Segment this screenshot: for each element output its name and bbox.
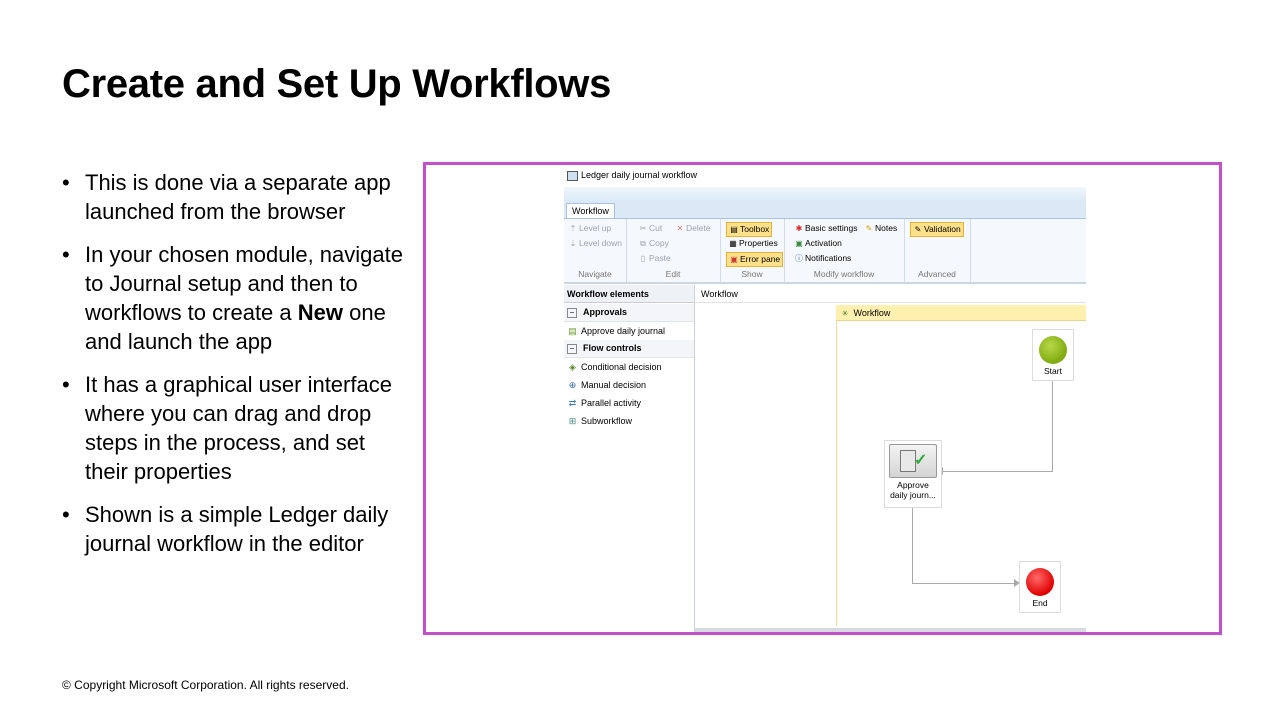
element-manual-decision[interactable]: ⊕ Manual decision [567,377,646,393]
copy-icon: ⧉ [640,239,646,248]
approve-daily-journal-node[interactable]: ✓ Approve daily journ... [884,440,942,508]
window-title: Ledger daily journal workflow [581,170,698,180]
approval-step-icon: ✓ [889,444,937,478]
group-label: Edit [665,269,681,279]
connector [1052,379,1053,472]
error-pane-icon: ▣ [730,255,738,264]
start-circle-icon [1039,336,1067,364]
workflow-elements-header: Workflow elements [564,285,694,303]
bullet-bold-text: New [297,300,343,325]
element-approve-daily-journal[interactable]: ▤ Approve daily journal [567,323,665,339]
subworkflow-icon: ⊞ [568,416,577,426]
collapse-icon[interactable]: − [567,343,577,354]
ribbon-tab-bar: Workflow [564,201,1086,219]
approve-label-line2: daily journ... [890,490,936,500]
notes-button[interactable]: ✎ Notes [862,222,899,235]
group-label: Navigate [578,269,612,279]
ribbon-top-strip [564,187,1086,201]
workflow-lane-header: ✳ Workflow [836,305,1086,321]
bullet-list: • This is done via a separate app launche… [62,168,412,572]
bullet-dot: • [62,372,70,397]
category-approvals[interactable]: − Approvals [564,304,694,322]
canvas-header: Workflow [695,285,1086,303]
connector [912,583,1014,584]
approval-icon: ▤ [568,326,577,336]
group-navigate: ⇡ Level up ⇣ Level down Navigate [564,219,627,282]
group-advanced: ✎ Validation Advanced [904,219,971,282]
activation-button[interactable]: ▣ Activation [792,237,844,250]
tab-workflow[interactable]: Workflow [566,203,615,218]
window-titlebar: Ledger daily journal workflow [564,165,1086,187]
notifications-button[interactable]: ⓘ Notifications [792,252,853,265]
conditional-decision-icon: ◈ [569,362,576,372]
bullet-item: • This is done via a separate app launche… [62,168,412,226]
delete-x-icon: ✕ [676,224,684,233]
canvas-bottom-bar [695,628,1086,632]
properties-button[interactable]: ▦ Properties [726,237,780,250]
bullet-item: • Shown is a simple Ledger daily journal … [62,500,412,558]
workflow-editor-window: Ledger daily journal workflow Workflow ⇡… [564,165,1086,632]
connector [942,471,1053,472]
level-up-icon: ⇡ [569,224,577,233]
parallel-activity-icon: ⇄ [568,398,577,408]
end-node[interactable]: End [1019,561,1061,613]
basic-settings-button[interactable]: ✱ Basic settings [792,222,859,235]
copy-button[interactable]: ⧉ Copy [636,237,671,250]
level-down-icon: ⇣ [569,239,577,248]
window-icon [567,171,578,181]
group-modify-workflow: ✱ Basic settings ✎ Notes ▣ Activation ⓘ Noti… [784,219,905,282]
toolbox-button[interactable]: ▤ Toolbox [726,222,773,237]
bullet-item: • It has a graphical user interface where… [62,370,412,486]
element-parallel-activity[interactable]: ⇄ Parallel activity [567,395,641,411]
group-label: Modify workflow [813,269,875,279]
slide-title: Create and Set Up Workflows [62,62,612,106]
group-edit: ✂ Cut ✕ Delete ⧉ Copy ▯ Paste Edit [626,219,721,282]
cut-button[interactable]: ✂ Cut [636,222,664,235]
validation-icon: ✎ [914,225,922,234]
element-subworkflow[interactable]: ⊞ Subworkflow [567,413,632,429]
toolbox-icon: ▤ [730,225,738,234]
end-label: End [1032,598,1048,608]
start-node[interactable]: Start [1032,329,1074,381]
workflow-icon: ✳ [841,309,849,318]
validation-button[interactable]: ✎ Validation [910,222,964,237]
properties-icon: ▦ [729,239,737,248]
scissors-icon: ✂ [639,224,647,233]
level-down-button[interactable]: ⇣ Level down [566,237,624,250]
paste-icon: ▯ [640,254,646,263]
start-label: Start [1044,366,1062,376]
workflow-lane-line [836,321,837,626]
bullet-dot: • [62,170,70,195]
paste-button[interactable]: ▯ Paste [636,252,673,265]
delete-button[interactable]: ✕ Delete [673,222,713,235]
level-up-button[interactable]: ⇡ Level up [566,222,613,235]
bullet-item: • In your chosen module, navigate to Jour… [62,240,412,356]
connector [912,506,913,584]
approve-label-line1: Approve [897,480,929,490]
group-label: Advanced [918,269,956,279]
group-show: ▤ Toolbox ▦ Properties ▣ Error pane Show [720,219,785,282]
screenshot-frame: Ledger daily journal workflow Workflow ⇡… [423,162,1222,635]
group-label: Show [741,269,763,279]
bullet-text: Shown is a simple Ledger daily journal w… [85,502,389,556]
manual-decision-icon: ⊕ [568,380,577,390]
ribbon: ⇡ Level up ⇣ Level down Navigate ✂ Cut ✕ Del… [564,219,1086,284]
bullet-dot: • [62,502,70,527]
bullet-text: It has a graphical user interface where … [85,372,392,484]
category-flow-controls[interactable]: − Flow controls [564,340,694,358]
notes-icon: ✎ [865,224,873,233]
copyright-notice: © Copyright Microsoft Corporation. All r… [62,678,349,692]
bullet-text: This is done via a separate app launched… [85,170,391,224]
activation-icon: ▣ [795,239,803,248]
error-pane-button[interactable]: ▣ Error pane [726,252,784,267]
end-circle-icon [1026,568,1054,596]
bullet-dot: • [62,242,70,267]
info-icon: ⓘ [795,254,803,263]
basic-settings-icon: ✱ [795,224,803,233]
workflow-elements-pane: Workflow elements − Approvals ▤ Approve da… [564,285,695,632]
collapse-icon[interactable]: − [567,307,577,318]
element-conditional-decision[interactable]: ◈ Conditional decision [567,359,662,375]
